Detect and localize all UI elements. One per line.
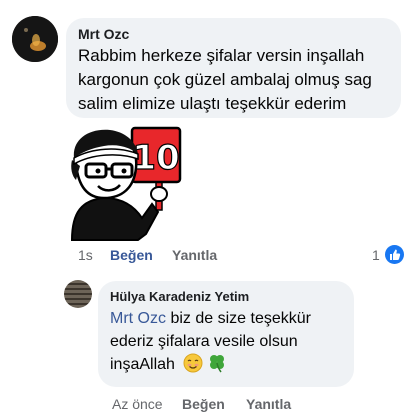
- comment-bubble: Hülya Karadeniz Yetim Mrt Ozc biz de siz…: [98, 281, 354, 387]
- comment-author[interactable]: Mrt Ozc: [78, 24, 389, 44]
- reply-button[interactable]: Yanıtla: [172, 244, 217, 266]
- comment-text-line: inşaAllah: [110, 356, 175, 373]
- four-leaf-clover-icon: [207, 353, 227, 380]
- comment-author[interactable]: Hülya Karadeniz Yetim: [110, 287, 342, 307]
- reaction-count[interactable]: 1: [372, 244, 380, 266]
- reply-button[interactable]: Yanıtla: [246, 394, 291, 414]
- like-button[interactable]: Beğen: [182, 394, 225, 414]
- like-reaction-icon[interactable]: [385, 245, 404, 264]
- comment-bubble: Mrt Ozc Rabbim herkeze şifalar versin in…: [66, 18, 401, 118]
- avatar[interactable]: [64, 280, 92, 308]
- comment-text: Rabbim herkeze şifalar versin inşallah k…: [78, 46, 372, 113]
- comment-text-line: ederiz şifalara vesile olsun: [110, 333, 298, 350]
- comment-text-line: biz de size teşekkür: [170, 310, 311, 327]
- smiling-face-icon: [183, 353, 203, 380]
- comment-timestamp[interactable]: 1s: [78, 244, 93, 266]
- comment-timestamp[interactable]: Az önce: [112, 394, 163, 414]
- cartoon-man-holding-10-sign-icon: 10: [62, 122, 192, 242]
- mention-link[interactable]: Mrt Ozc: [110, 310, 166, 327]
- comment-text: Mrt Ozc biz de size teşekkür ederiz şifa…: [110, 307, 342, 380]
- avatar[interactable]: [12, 16, 58, 62]
- sticker-sign-text: 10: [132, 138, 179, 178]
- like-button[interactable]: Beğen: [110, 244, 153, 266]
